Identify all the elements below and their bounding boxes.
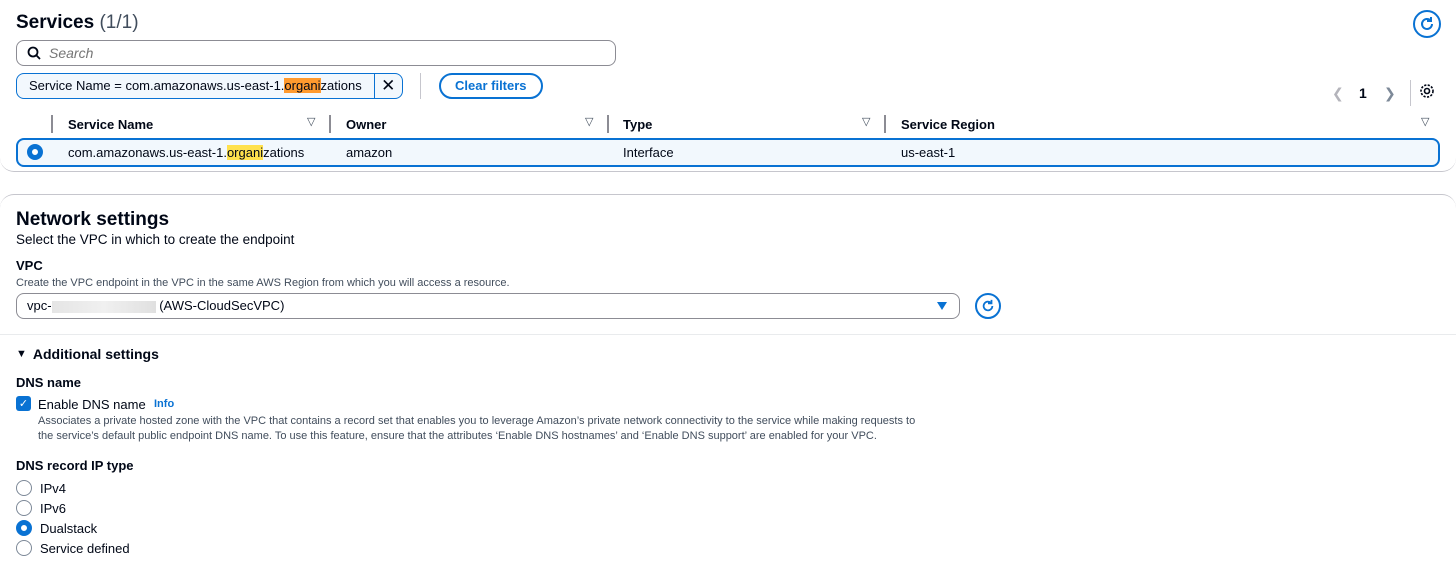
row-radio-selected[interactable] [27, 144, 43, 160]
column-divider[interactable] [329, 115, 331, 133]
column-divider[interactable] [884, 115, 886, 133]
sort-icon[interactable]: ▽ [585, 115, 593, 128]
filter-token-label: Service Name = com.amazonaws.us-east-1.o… [29, 78, 362, 93]
dns-description-line1: Associates a private hosted zone with th… [38, 415, 916, 427]
refresh-icon [1421, 17, 1433, 30]
col-owner[interactable]: Owner [346, 115, 386, 133]
vpc-id-prefix: vpc- [27, 298, 52, 313]
additional-settings-toggle[interactable]: ▼ Additional settings [16, 346, 159, 362]
column-divider [51, 115, 53, 133]
gear-icon [1420, 84, 1434, 98]
vpc-label: VPC [16, 258, 43, 273]
refresh-vpc-button[interactable] [975, 293, 1001, 319]
cell-service-name: com.amazonaws.us-east-1.organizations [68, 145, 305, 160]
clear-filters-button[interactable]: Clear filters [439, 73, 543, 99]
sort-icon[interactable]: ▽ [307, 115, 315, 128]
enable-dns-checkbox[interactable]: ✓ [16, 396, 31, 411]
vpc-name: (AWS-CloudSecVPC) [159, 298, 285, 313]
vpc-select[interactable]: vpc- (AWS-CloudSecVPC) [16, 293, 960, 319]
services-title: Services (1/1) [16, 12, 139, 34]
services-count: (1/1) [99, 12, 139, 33]
radio-button[interactable] [16, 500, 32, 516]
cell-type: Interface [623, 145, 674, 160]
prev-page-icon[interactable]: ❮ [1332, 85, 1344, 102]
settings-button[interactable] [1419, 83, 1435, 102]
dns-name-label: DNS name [16, 375, 82, 390]
refresh-icon [982, 299, 994, 312]
page-number[interactable]: 1 [1359, 85, 1367, 101]
network-settings-title: Network settings [16, 209, 170, 230]
pager-separator [1410, 80, 1411, 106]
caret-down-icon: ▼ [16, 348, 27, 360]
dns-description-line2: the service’s default public endpoint DN… [38, 430, 877, 442]
radio-option-service-defined[interactable]: Service defined [16, 540, 130, 556]
redacted-vpc-id [51, 300, 156, 313]
search-input[interactable] [49, 45, 589, 61]
radio-option-dualstack[interactable]: Dualstack [16, 520, 97, 536]
services-panel: Services (1/1) Service Name = com.amazon… [0, 0, 1456, 172]
next-page-icon[interactable]: ❯ [1384, 85, 1396, 102]
sort-icon[interactable]: ▽ [862, 115, 870, 128]
refresh-services-button[interactable] [1413, 10, 1441, 38]
checkmark-icon: ✓ [18, 398, 29, 410]
info-link[interactable]: Info [154, 398, 174, 410]
section-divider [0, 334, 1456, 335]
filter-separator [420, 73, 421, 99]
services-title-text: Services [16, 12, 95, 33]
remove-filter-button[interactable]: ✕ [373, 74, 402, 98]
vpc-description: Create the VPC endpoint in the VPC in th… [16, 277, 510, 289]
dns-ip-type-label: DNS record IP type [16, 458, 134, 473]
close-icon: ✕ [381, 76, 396, 95]
radio-button[interactable] [16, 480, 32, 496]
column-divider[interactable] [607, 115, 609, 133]
caret-down-icon [937, 302, 947, 310]
radio-button[interactable] [16, 540, 32, 556]
search-field[interactable] [16, 40, 616, 66]
network-settings-panel [0, 194, 1456, 564]
col-service-region[interactable]: Service Region [901, 115, 995, 133]
radio-option-ipv6[interactable]: IPv6 [16, 500, 66, 516]
radio-button-selected[interactable] [16, 520, 32, 536]
filter-token[interactable]: Service Name = com.amazonaws.us-east-1.o… [16, 73, 403, 99]
cell-region: us-east-1 [901, 145, 956, 160]
cell-owner: amazon [346, 145, 393, 160]
enable-dns-label[interactable]: Enable DNS name [38, 397, 146, 412]
radio-option-ipv4[interactable]: IPv4 [16, 480, 66, 496]
search-icon [27, 46, 41, 60]
col-service-name[interactable]: Service Name [68, 115, 153, 133]
network-settings-subtitle: Select the VPC in which to create the en… [16, 232, 295, 247]
col-type[interactable]: Type [623, 115, 652, 133]
sort-icon[interactable]: ▽ [1421, 115, 1429, 128]
additional-settings-title: Additional settings [32, 346, 159, 362]
